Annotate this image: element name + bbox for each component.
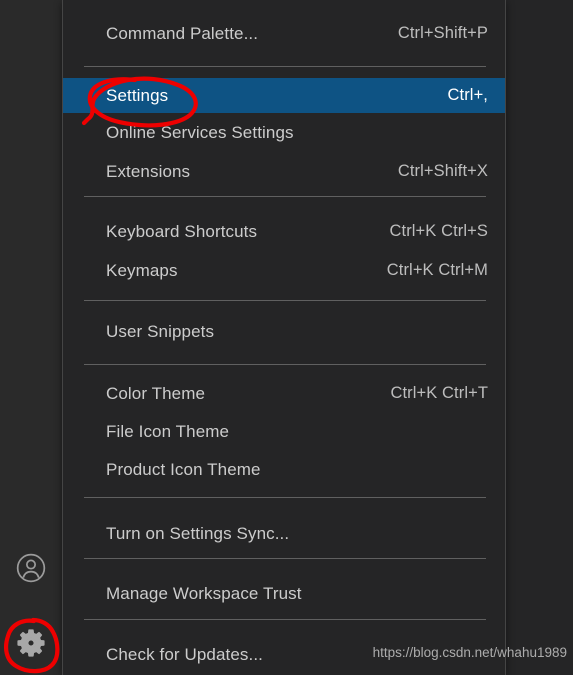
- menu-item-keybinding: Ctrl+Shift+X: [397, 162, 488, 181]
- menu-item-label: Product Icon Theme: [106, 460, 261, 479]
- account-icon-button[interactable]: [0, 544, 62, 592]
- manage-gear-icon: [14, 626, 48, 660]
- menu-item-label: User Snippets: [106, 322, 215, 341]
- menu-item-keybinding: Ctrl+Shift+P: [397, 24, 488, 43]
- menu-item-extensions[interactable]: Extensions Ctrl+Shift+X: [63, 154, 505, 189]
- menu-item-keybinding: Ctrl+K Ctrl+T: [390, 384, 488, 403]
- menu-item-product-icon-theme[interactable]: Product Icon Theme: [63, 452, 505, 487]
- menu-item-label: Extensions: [106, 162, 191, 181]
- editor-backdrop: [506, 0, 573, 675]
- menu-item-label: Command Palette...: [106, 24, 259, 43]
- menu-item-label: Manage Workspace Trust: [106, 584, 302, 603]
- menu-item-command-palette[interactable]: Command Palette... Ctrl+Shift+P: [63, 16, 505, 51]
- menu-separator: [84, 558, 486, 559]
- account-icon: [15, 552, 47, 584]
- menu-separator: [84, 619, 486, 620]
- menu-item-label: Online Services Settings: [106, 123, 294, 142]
- menu-item-turn-on-settings-sync[interactable]: Turn on Settings Sync...: [63, 516, 505, 551]
- manage-gear-icon-button[interactable]: [0, 619, 62, 667]
- menu-separator: [84, 300, 486, 301]
- menu-item-keymaps[interactable]: Keymaps Ctrl+K Ctrl+M: [63, 253, 505, 288]
- menu-separator: [84, 66, 486, 67]
- menu-item-label: Keyboard Shortcuts: [106, 222, 258, 241]
- menu-item-label: Settings: [106, 86, 169, 105]
- menu-separator: [84, 497, 486, 498]
- menu-item-settings[interactable]: Settings Ctrl+,: [63, 78, 505, 113]
- menu-item-label: Keymaps: [106, 261, 178, 280]
- menu-item-keybinding: Ctrl+,: [447, 86, 488, 105]
- menu-item-label: Turn on Settings Sync...: [106, 524, 290, 543]
- menu-item-keybinding: Ctrl+K Ctrl+S: [389, 222, 488, 241]
- menu-item-label: File Icon Theme: [106, 422, 230, 441]
- manage-context-menu: Command Palette... Ctrl+Shift+P Settings Ct…: [62, 0, 506, 675]
- menu-item-online-services-settings[interactable]: Online Services Settings: [63, 115, 505, 150]
- menu-item-user-snippets[interactable]: User Snippets: [63, 314, 505, 349]
- menu-item-keyboard-shortcuts[interactable]: Keyboard Shortcuts Ctrl+K Ctrl+S: [63, 214, 505, 249]
- menu-separator: [84, 196, 486, 197]
- watermark: https://blog.csdn.net/whahu1989: [372, 645, 567, 660]
- activity-bar: [0, 0, 62, 675]
- menu-separator: [84, 364, 486, 365]
- menu-item-label: Color Theme: [106, 384, 206, 403]
- menu-item-file-icon-theme[interactable]: File Icon Theme: [63, 414, 505, 449]
- menu-item-manage-workspace-trust[interactable]: Manage Workspace Trust: [63, 576, 505, 611]
- menu-item-label: Check for Updates...: [106, 645, 263, 664]
- menu-item-keybinding: Ctrl+K Ctrl+M: [386, 261, 488, 280]
- menu-item-color-theme[interactable]: Color Theme Ctrl+K Ctrl+T: [63, 376, 505, 411]
